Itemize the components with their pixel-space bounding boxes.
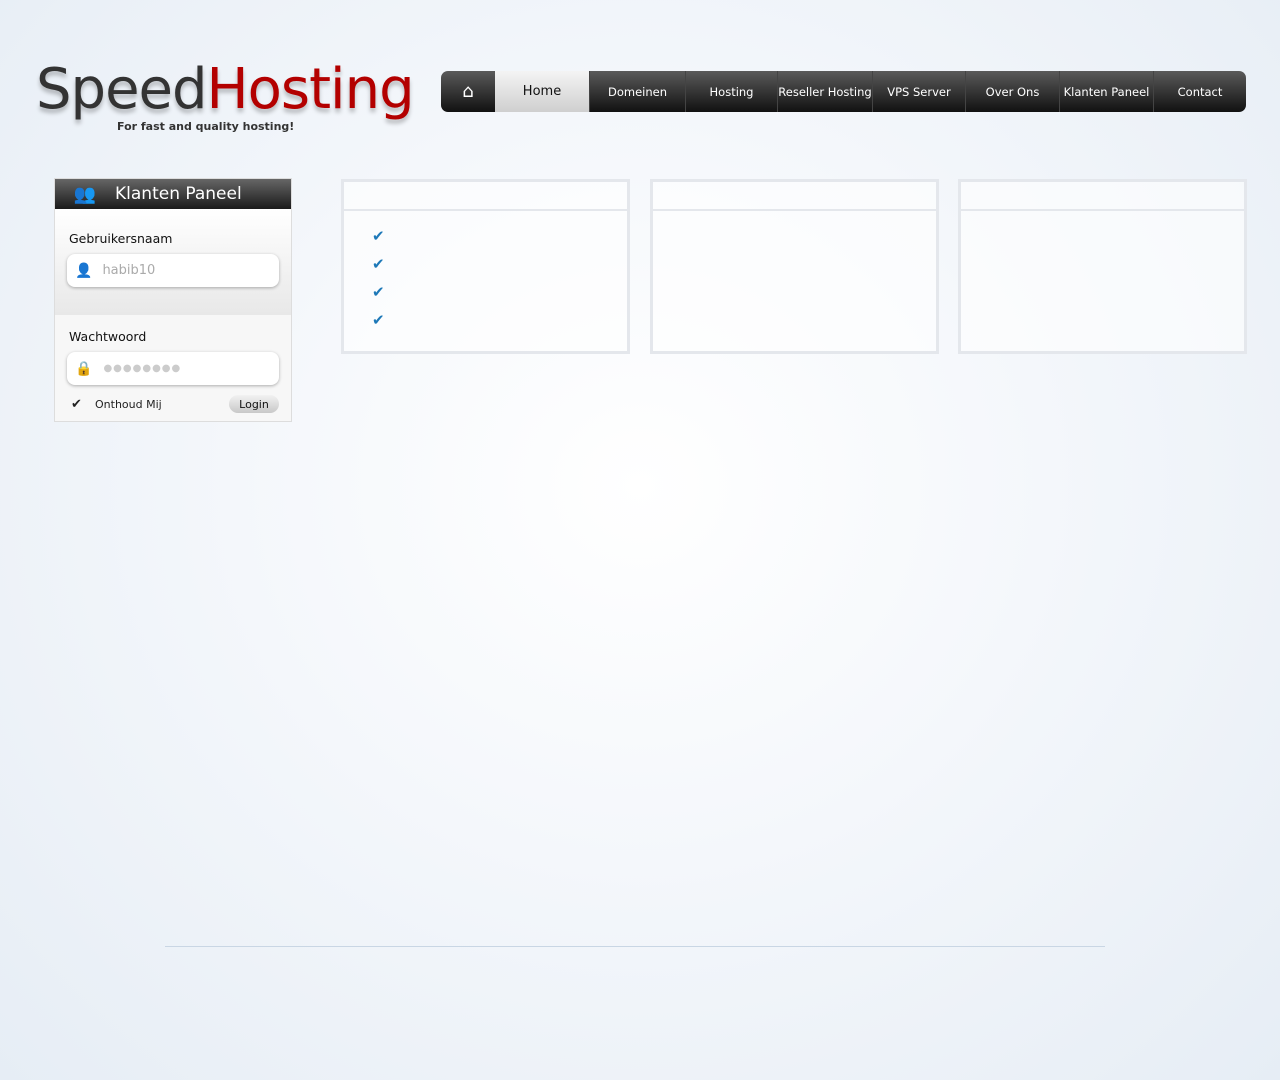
box-header (961, 182, 1244, 211)
box-header (344, 182, 627, 211)
tagline: For fast and quality hosting! (117, 120, 295, 133)
remember-checkbox[interactable]: ✔ (71, 397, 85, 412)
remember-label: Onthoud Mij (95, 397, 162, 411)
content-box-1: ✔ ✔ ✔ ✔ (341, 179, 630, 354)
username-input[interactable]: 👤 habib10 (67, 254, 279, 287)
username-label: Gebruikersnaam (69, 231, 173, 246)
box-header (653, 182, 936, 211)
logo-hosting: Hosting (206, 57, 415, 122)
nav-domeinen[interactable]: Domeinen (589, 71, 685, 112)
home-icon: ⌂ (462, 81, 474, 102)
nav-hosting[interactable]: Hosting (685, 71, 777, 112)
login-panel: 👥 Klanten Paneel Gebruikersnaam 👤 habib10 … (54, 178, 292, 422)
footer-divider (165, 946, 1105, 947)
nav-contact[interactable]: Contact (1153, 71, 1246, 112)
nav-home[interactable]: Home (495, 71, 589, 112)
nav-home-icon-button[interactable]: ⌂ (441, 71, 495, 112)
nav-klanten-paneel[interactable]: Klanten Paneel (1059, 71, 1153, 112)
main-nav: ⌂ Home Domeinen Hosting Reseller Hosting… (441, 71, 1246, 112)
password-value: ●●●●●●●● (103, 363, 182, 374)
check-icon: ✔ (372, 311, 385, 329)
user-icon: 👤 (75, 262, 93, 279)
lock-icon: 🔒 (75, 360, 94, 377)
password-input[interactable]: 🔒 ●●●●●●●● (67, 352, 279, 385)
panel-title: Klanten Paneel (115, 184, 242, 204)
content-box-3 (958, 179, 1247, 354)
nav-vps-server[interactable]: VPS Server (872, 71, 965, 112)
logo[interactable]: SpeedHosting For fast and quality hostin… (36, 57, 415, 134)
password-label: Wachtwoord (69, 329, 147, 344)
check-icon: ✔ (372, 283, 385, 301)
nav-reseller-hosting[interactable]: Reseller Hosting (777, 71, 872, 112)
check-icon: ✔ (372, 255, 385, 273)
nav-over-ons[interactable]: Over Ons (965, 71, 1059, 112)
logo-speed: Speed (36, 57, 208, 122)
check-icon: ✔ (372, 227, 385, 245)
content-box-2 (650, 179, 939, 354)
users-icon: 👥 (73, 183, 97, 205)
username-value: habib10 (102, 263, 156, 278)
login-button[interactable]: Login (229, 395, 279, 413)
